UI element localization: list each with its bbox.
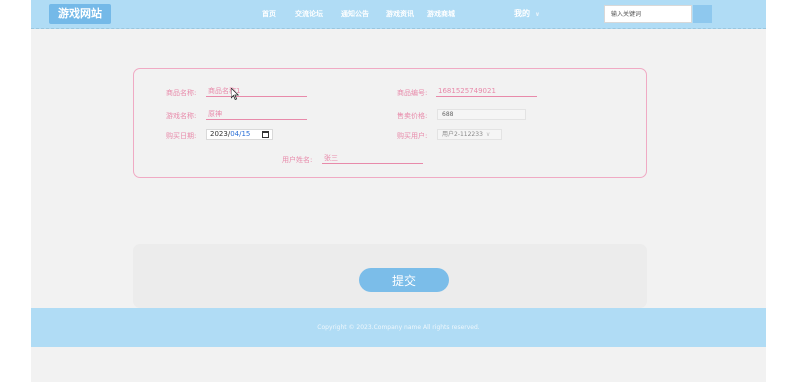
buyer-label: 购买用户: <box>397 132 428 140</box>
nav-game-store[interactable]: 游戏商城 <box>427 9 455 19</box>
submit-panel: 提交 <box>133 244 647 308</box>
chevron-down-icon: ∨ <box>485 131 491 138</box>
game-name-field[interactable]: 原神 <box>206 109 307 120</box>
product-form-card: 商品名称: 商品编号: 1681525749021 游戏名称: 原神 售卖价格:… <box>133 68 647 178</box>
user-name-field[interactable]: 张三 <box>322 153 423 164</box>
product-code-field[interactable]: 1681525749021 <box>436 86 537 97</box>
buyer-select-value: 用户2-112233 <box>442 131 483 138</box>
product-code-label: 商品编号: <box>397 89 428 97</box>
game-name-label: 游戏名称: <box>166 112 197 120</box>
submit-button[interactable]: 提交 <box>359 268 449 292</box>
purchase-date-input[interactable]: 2023/04/15 <box>206 129 273 140</box>
date-month-day: 04/15 <box>230 130 251 138</box>
user-menu-label: 我的 <box>514 9 530 18</box>
copyright-text: Copyright © 2023.Company name All rights… <box>317 324 480 331</box>
calendar-icon[interactable] <box>262 131 269 138</box>
price-field[interactable]: 688 <box>437 109 526 120</box>
user-menu[interactable]: 我的 ∨ <box>514 8 540 19</box>
nav-home[interactable]: 首页 <box>262 9 276 19</box>
search-input[interactable] <box>604 5 692 23</box>
nav-announcements[interactable]: 通知公告 <box>341 9 369 19</box>
search-button[interactable] <box>693 5 712 23</box>
footer: Copyright © 2023.Company name All rights… <box>31 308 766 347</box>
nav-game-news[interactable]: 游戏资讯 <box>386 9 414 19</box>
top-navbar: 游戏网站 首页 交流论坛 通知公告 游戏资讯 游戏商城 我的 ∨ <box>31 0 766 29</box>
nav-forum[interactable]: 交流论坛 <box>295 9 323 19</box>
mouse-cursor-icon <box>231 88 239 100</box>
product-name-label: 商品名称: <box>166 89 197 97</box>
user-name-label: 用户姓名: <box>282 156 313 164</box>
page: 游戏网站 首页 交流论坛 通知公告 游戏资讯 游戏商城 我的 ∨ 商品名称: 商品… <box>31 0 766 382</box>
site-logo[interactable]: 游戏网站 <box>49 4 111 24</box>
chevron-down-icon: ∨ <box>535 11 540 18</box>
price-label: 售卖价格: <box>397 112 428 120</box>
purchase-date-label: 购买日期: <box>166 132 197 140</box>
date-year: 2023/ <box>210 130 231 138</box>
buyer-select[interactable]: 用户2-112233 ∨ <box>437 129 502 140</box>
product-name-input[interactable] <box>206 86 307 97</box>
